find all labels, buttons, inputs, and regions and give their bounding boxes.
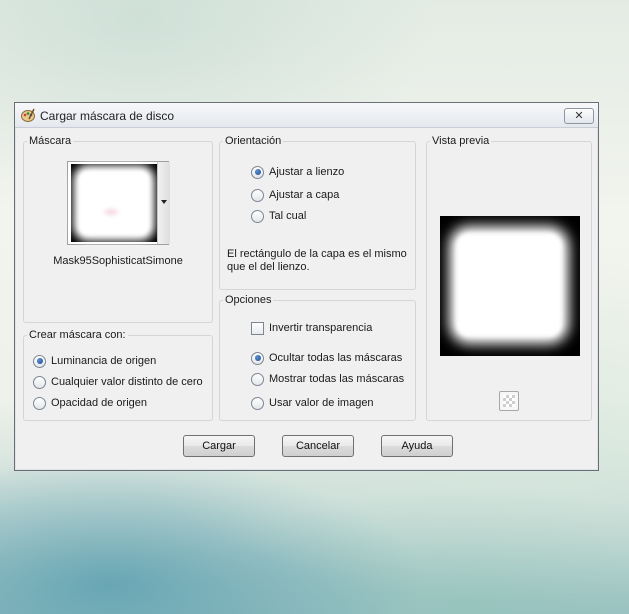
radio-show-all-masks[interactable]: Mostrar todas las máscaras [251,371,404,387]
radio-source-opacity[interactable]: Opacidad de origen [33,395,147,411]
mask-preview-image [440,216,580,356]
invert-transparency-checkbox[interactable]: Invertir transparencia [251,320,372,336]
radio-button[interactable] [251,396,264,410]
checkbox-label: Invertir transparencia [269,322,373,334]
radio-source-luminance[interactable]: Luminancia de origen [33,353,156,369]
close-button[interactable]: ✕ [564,108,594,124]
create-mask-group-legend: Crear máscara con: [29,329,126,341]
radio-hide-all-masks[interactable]: Ocultar todas las máscaras [251,350,402,366]
chevron-down-icon[interactable] [157,162,170,244]
radio-as-is[interactable]: Tal cual [251,208,306,224]
radio-button-selected[interactable] [251,351,264,365]
mask-selector[interactable] [67,161,170,245]
radio-fit-canvas[interactable]: Ajustar a lienzo [251,164,344,180]
radio-any-nonzero[interactable]: Cualquier valor distinto de cero [33,374,203,390]
load-button[interactable]: Cargar [183,435,255,457]
transparency-grid-icon [503,395,515,407]
radio-label: Opacidad de origen [51,397,148,409]
mask-file-name: Mask95SophisticatSimone [53,255,183,267]
orientation-group-legend: Orientación [225,135,282,147]
close-icon: ✕ [574,110,584,122]
checkbox[interactable] [251,321,264,335]
radio-button-selected[interactable] [33,354,46,368]
title-bar[interactable]: Cargar máscara de disco ✕ [15,103,598,128]
preview-toggle-button[interactable] [499,391,519,411]
dialog-title: Cargar máscara de disco [40,109,175,123]
options-group-legend: Opciones [225,294,272,306]
radio-label: Luminancia de origen [51,355,157,367]
radio-fit-layer[interactable]: Ajustar a capa [251,187,339,203]
radio-label: Ajustar a lienzo [269,166,345,178]
paint-palette-icon [21,108,35,122]
radio-label: Mostrar todas las máscaras [269,373,405,385]
radio-button-selected[interactable] [251,165,264,179]
orientation-description: El rectángulo de la capa es el mismo que… [227,248,407,273]
radio-button[interactable] [33,375,46,389]
radio-label: Usar valor de imagen [269,397,374,409]
radio-button[interactable] [251,372,264,386]
radio-label: Tal cual [269,210,307,222]
preview-group-legend: Vista previa [432,135,490,147]
cancel-button[interactable]: Cancelar [282,435,354,457]
radio-button[interactable] [251,188,264,202]
mask-group-legend: Máscara [29,135,72,147]
load-mask-dialog: Cargar máscara de disco ✕ Máscara Mask95… [14,102,599,471]
mask-thumbnail [71,164,157,242]
help-button[interactable]: Ayuda [381,435,453,457]
radio-label: Cualquier valor distinto de cero [51,376,203,388]
radio-label: Ocultar todas las máscaras [269,352,403,364]
radio-button[interactable] [33,396,46,410]
radio-use-image-value[interactable]: Usar valor de imagen [251,395,374,411]
radio-button[interactable] [251,209,264,223]
radio-label: Ajustar a capa [269,189,340,201]
